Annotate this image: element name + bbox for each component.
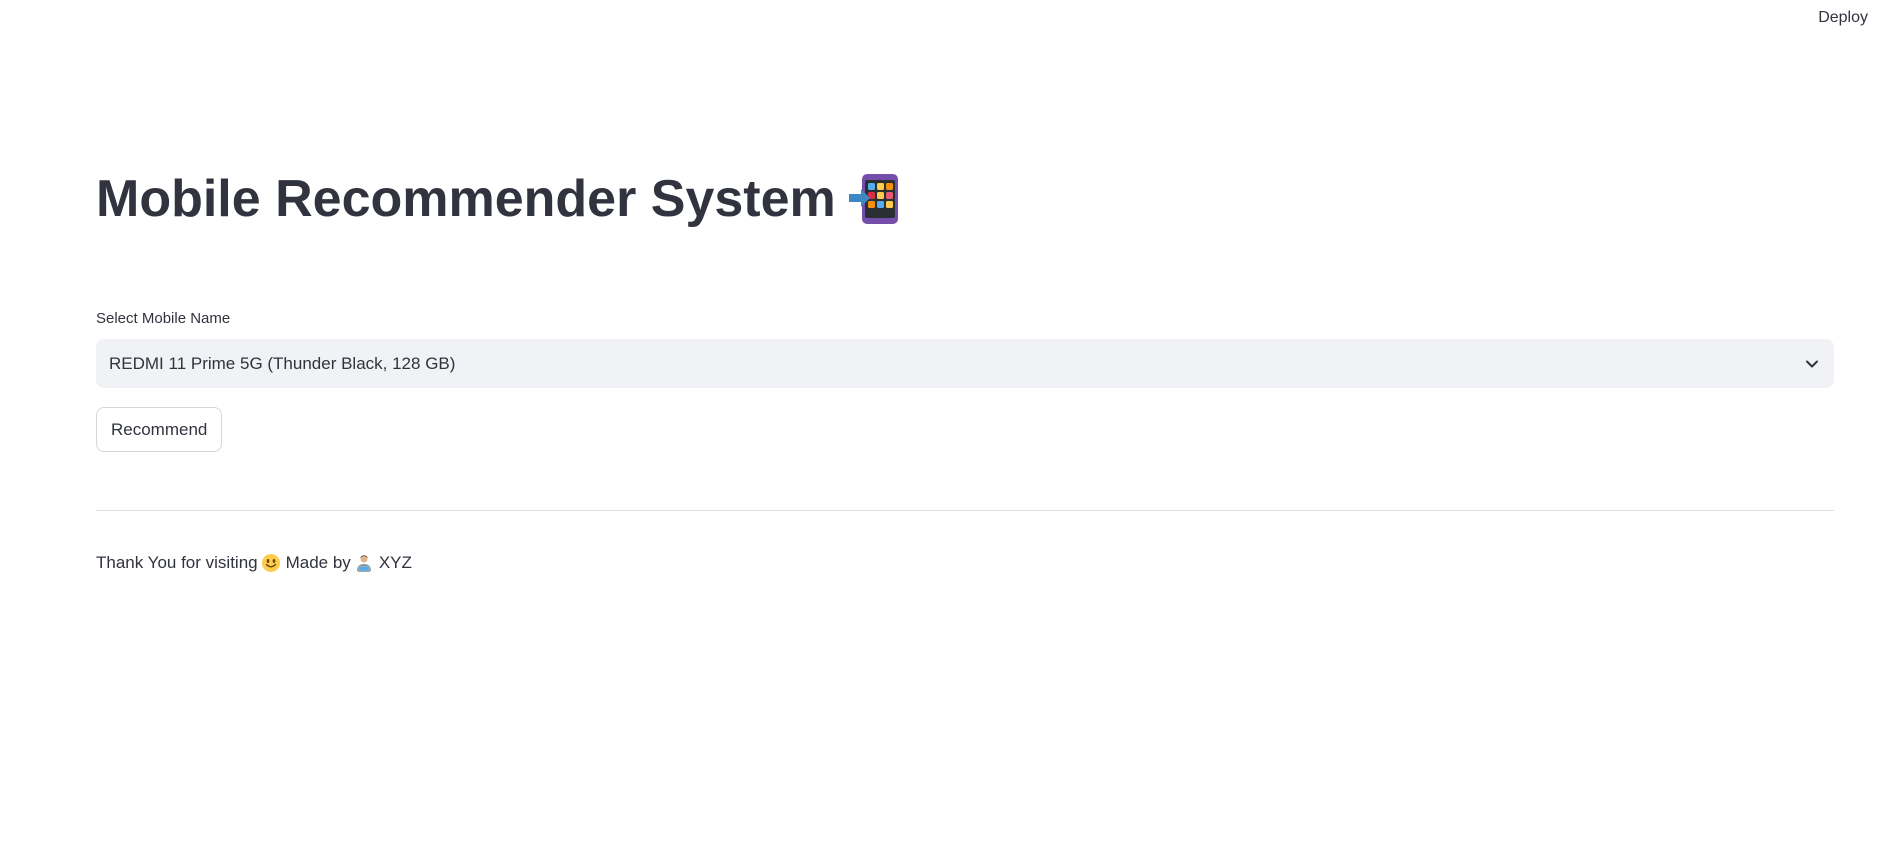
author-name: XYZ [378,553,412,572]
chevron-down-icon[interactable] [1804,356,1820,372]
made-by-text: Made by [285,553,351,572]
smiling-face-icon [261,553,281,573]
deploy-button[interactable]: Deploy [1818,9,1868,27]
mobile-phone-arrow-icon [848,172,902,226]
recommend-button[interactable]: Recommend [96,407,223,452]
divider [96,510,1834,511]
select-value: REDMI 11 Prime 5G (Thunder Black, 128 GB… [109,353,456,373]
footer: Thank You for visiting Made by XYZ [96,553,412,573]
select-label: Select Mobile Name [96,310,231,327]
page-title: Mobile Recommender System [96,170,836,228]
app-header: Deploy [0,0,1883,40]
page-title-row: Mobile Recommender System [96,168,902,230]
mobile-name-select[interactable]: REDMI 11 Prime 5G (Thunder Black, 128 GB… [96,339,1834,388]
technologist-icon [354,553,374,573]
thanks-text: Thank You for visiting [96,553,258,572]
